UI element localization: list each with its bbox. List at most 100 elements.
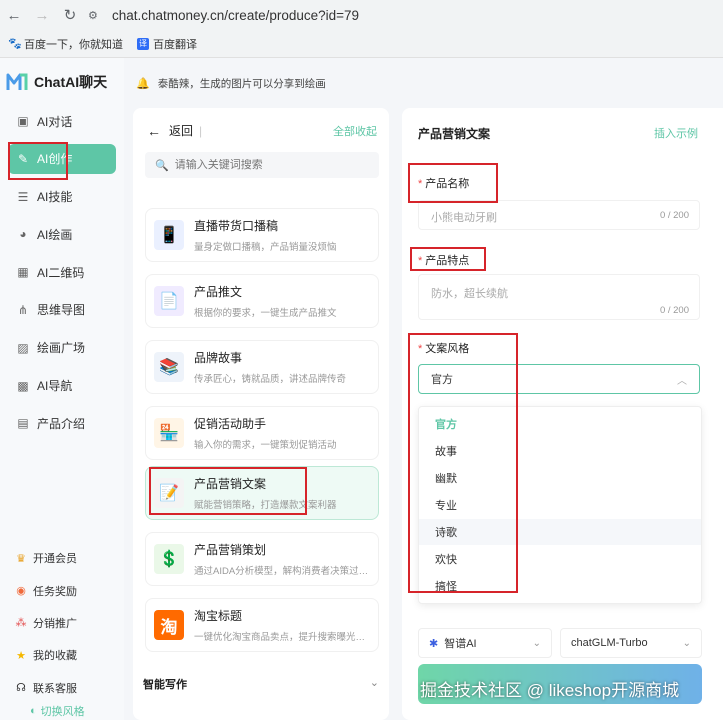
- search-box[interactable]: 🔍: [145, 152, 379, 178]
- mindmap-icon: ⋔: [17, 302, 29, 317]
- copy-style-select[interactable]: 官方 ︿: [418, 364, 700, 394]
- card-desc: 通过AIDA分析模型，解构消费者决策过…: [194, 566, 369, 577]
- sidebar-item-mindmap[interactable]: ⋔ 思维导图: [8, 295, 116, 325]
- back-label: 返回: [169, 124, 194, 138]
- dropdown-option[interactable]: 搞怪: [419, 573, 701, 599]
- url-text[interactable]: chat.chatmoney.cn/create/produce?id=79: [112, 8, 359, 23]
- bookmark-baidu-translate[interactable]: 译 百度翻译: [137, 36, 197, 52]
- label-text: 文案风格: [425, 343, 470, 355]
- watermark: 掘金技术社区 @ likeshop开源商城: [420, 681, 680, 700]
- card-desc: 赋能营销策略，打造爆款文案利器: [194, 500, 337, 511]
- logo-icon: [6, 73, 28, 90]
- image-icon: ▨: [17, 340, 29, 355]
- dropdown-option[interactable]: 专业: [419, 492, 701, 518]
- sidebar-item-label: AI技能: [37, 190, 73, 205]
- bookmark-label: 百度翻译: [153, 38, 197, 51]
- copy-style-label: * 文案风格: [418, 340, 469, 356]
- template-card-marketing-plan[interactable]: 💲 产品营销策划 通过AIDA分析模型，解构消费者决策过…: [145, 532, 379, 586]
- sidebar-item-ai-chat[interactable]: ▣ AI对话: [8, 106, 116, 136]
- chevron-down-icon: ⌄: [682, 637, 691, 649]
- bookmark-baidu[interactable]: 🐾 百度一下，你就知道: [8, 36, 123, 52]
- sidebar-item-label: 产品介绍: [37, 416, 86, 431]
- sidebar-item-ai-create[interactable]: ✎ AI创作: [8, 143, 116, 174]
- chevron-down-icon: ⌄: [369, 677, 379, 689]
- sidebar-item-membership[interactable]: ♛ 开通会员: [14, 542, 77, 574]
- shop-icon: 🏪: [154, 418, 184, 448]
- collapse-all-button[interactable]: 全部收起: [333, 123, 377, 139]
- grid-icon: ▩: [17, 378, 29, 393]
- select-value: chatGLM-Turbo: [571, 637, 648, 649]
- switch-style-button[interactable]: ◐ 切换风格: [30, 703, 85, 719]
- copy-style-dropdown: 官方 故事 幽默 专业 诗歌 欢快 搞怪: [418, 406, 702, 604]
- sidebar-item-drawing-square[interactable]: ▨ 绘画广场: [8, 333, 116, 363]
- bottom-menu: ♛ 开通会员 ◉ 任务奖励 ⁂ 分销推广 ★ 我的收藏 ☊ 联系客服: [14, 542, 78, 704]
- sidebar-item-ai-nav[interactable]: ▩ AI导航: [8, 371, 116, 401]
- section-title: 智能写作: [143, 679, 187, 691]
- forward-arrow-icon[interactable]: →: [28, 1, 56, 29]
- dropdown-option[interactable]: 诗歌: [419, 519, 701, 545]
- dropdown-option[interactable]: 故事: [419, 438, 701, 464]
- model-provider-select[interactable]: ✱ 智谱AI ⌄: [418, 628, 552, 658]
- dropdown-option[interactable]: 幽默: [419, 465, 701, 491]
- card-desc: 传承匠心，铸就品质，讲述品牌传奇: [194, 374, 347, 385]
- sidebar-item-favorites[interactable]: ★ 我的收藏: [14, 639, 77, 671]
- template-card-product-post[interactable]: 📄 产品推文 根据你的要求，一键生成产品推文: [145, 274, 379, 328]
- sidebar-item-label: AI二维码: [37, 265, 85, 280]
- star-icon: ★: [16, 649, 26, 662]
- product-name-input[interactable]: 小熊电动牙刷 0 / 200: [418, 200, 700, 230]
- money-book-icon: 💲: [154, 544, 184, 574]
- books-icon: 📚: [154, 352, 184, 382]
- search-input[interactable]: [174, 159, 365, 171]
- notice-bar: 🔔 泰酷辣，生成的图片可以分享到绘画: [136, 76, 326, 91]
- char-count: 0 / 200: [659, 210, 689, 221]
- back-button[interactable]: ← 返回 |: [147, 122, 202, 139]
- headset-icon: ☊: [16, 682, 26, 695]
- card-title: 产品营销文案: [194, 477, 267, 491]
- baidu-paw-icon: 🐾: [8, 37, 22, 50]
- template-card-marketing-copy[interactable]: 📝 产品营销文案 赋能营销策略，打造爆款文案利器: [145, 466, 379, 520]
- arrow-left-icon: ←: [147, 122, 161, 139]
- bell-icon: 🔔: [136, 78, 150, 90]
- brand[interactable]: ChatAI聊天: [6, 72, 107, 92]
- dropdown-option[interactable]: 官方: [419, 411, 701, 437]
- notepad-icon: 📝: [154, 478, 184, 508]
- sidebar-item-support[interactable]: ☊ 联系客服: [14, 672, 77, 704]
- sidebar-item-ai-qrcode[interactable]: ▦ AI二维码: [8, 257, 116, 287]
- bookmark-label: 百度一下，你就知道: [24, 38, 123, 51]
- template-card-live-script[interactable]: 📱 直播带货口播稿 量身定做口播稿，产品销量没烦恼: [145, 208, 379, 262]
- form-panel: 产品营销文案 插入示例 * 产品名称 小熊电动牙刷 0 / 200 * 产品特点 防…: [402, 108, 723, 720]
- section-smart-writing[interactable]: 智能写作 ⌄: [143, 676, 379, 692]
- zhipu-icon: ✱: [429, 637, 439, 650]
- reload-icon[interactable]: ↻: [56, 1, 84, 29]
- card-title: 促销活动助手: [194, 417, 267, 431]
- template-card-brand-story[interactable]: 📚 品牌故事 传承匠心，铸就品质，讲述品牌传奇: [145, 340, 379, 394]
- template-card-taobao-title[interactable]: 淘 淘宝标题 一键优化淘宝商品卖点，提升搜索曝光…: [145, 598, 379, 652]
- main-menu: ▣ AI对话 ✎ AI创作 ☰ AI技能 ◕ AI绘画 ▦ AI二维码 ⋔ 思维…: [8, 106, 116, 446]
- product-name-label: * 产品名称: [418, 175, 469, 191]
- sidebar-item-label: 绘画广场: [37, 341, 86, 356]
- doc-icon: ▤: [17, 416, 29, 431]
- site-settings-icon[interactable]: ⚙: [88, 9, 106, 22]
- sidebar-item-ai-drawing[interactable]: ◕ AI绘画: [8, 219, 116, 249]
- dropdown-option[interactable]: 欢快: [419, 546, 701, 572]
- sidebar-item-product-intro[interactable]: ▤ 产品介绍: [8, 408, 116, 438]
- bookmarks-bar: 🐾 百度一下，你就知道 译 百度翻译: [0, 30, 723, 58]
- insert-example-button[interactable]: 插入示例: [654, 125, 698, 141]
- sidebar-item-ai-skills[interactable]: ☰ AI技能: [8, 182, 116, 212]
- gift-icon: ◉: [16, 585, 26, 598]
- sidebar-item-task-rewards[interactable]: ◉ 任务奖励: [14, 574, 77, 606]
- brand-title: ChatAI聊天: [34, 74, 108, 90]
- card-title: 直播带货口播稿: [194, 219, 279, 233]
- sidebar-item-label: AI绘画: [37, 227, 73, 242]
- product-features-textarea[interactable]: 防水，超长续航 0 / 200: [418, 274, 700, 320]
- sidebar-item-label: 思维导图: [37, 303, 86, 318]
- sidebar-item-label: 我的收藏: [33, 650, 77, 663]
- chevron-up-icon: ︿: [677, 375, 687, 387]
- form-title: 产品营销文案: [418, 127, 491, 141]
- back-arrow-icon[interactable]: ←: [0, 1, 28, 29]
- sidebar-item-distribution[interactable]: ⁂ 分销推广: [14, 607, 78, 639]
- notice-text: 泰酷辣，生成的图片可以分享到绘画: [157, 78, 326, 90]
- model-name-select[interactable]: chatGLM-Turbo ⌄: [560, 628, 702, 658]
- address-bar[interactable]: ⚙ chat.chatmoney.cn/create/produce?id=79: [88, 2, 359, 28]
- template-card-promotion[interactable]: 🏪 促销活动助手 输入你的需求，一键策划促销活动: [145, 406, 379, 460]
